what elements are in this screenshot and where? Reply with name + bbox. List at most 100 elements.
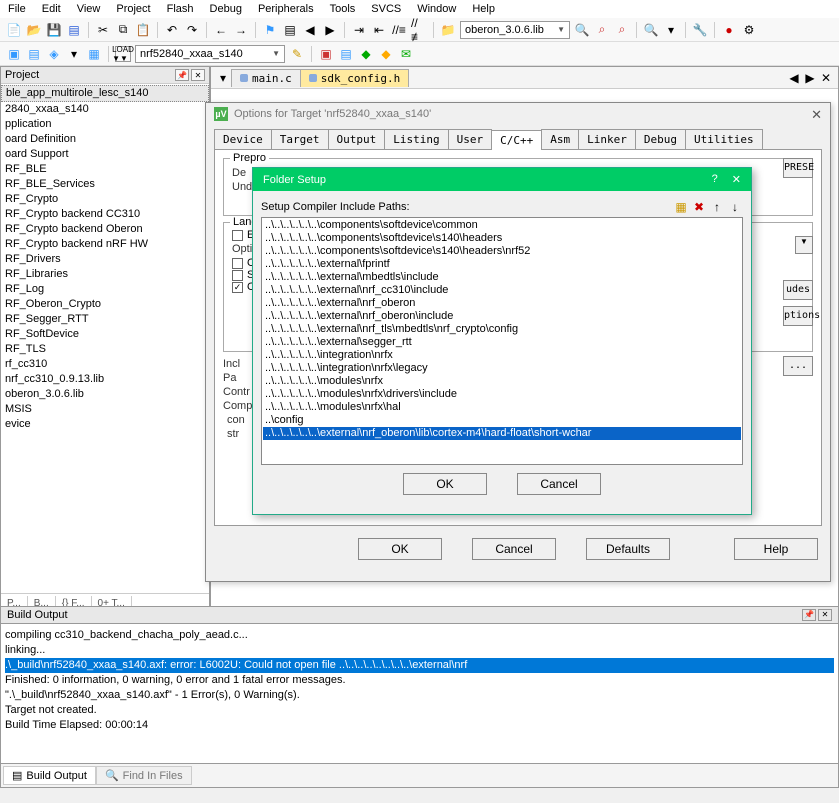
menu-debug[interactable]: Debug [210,3,242,15]
include-path-item[interactable]: ..\..\..\..\..\..\external\nrf_cc310\inc… [263,284,741,297]
cut-icon[interactable]: ✂ [95,22,111,38]
project-tree[interactable]: ble_app_multirole_lesc_s1402840_xxaa_s14… [1,84,209,593]
target-combo[interactable]: nrf52840_xxaa_s140▼ [135,45,285,63]
menu-file[interactable]: File [8,3,26,15]
find-icon[interactable]: 🔍 [574,22,590,38]
options-tab-output[interactable]: Output [328,129,386,149]
tool4-icon[interactable]: ◆ [378,46,394,62]
tree-item[interactable]: RF_Crypto backend Oberon [1,222,209,237]
editor-tab[interactable]: main.c [231,69,301,87]
menu-tools[interactable]: Tools [330,3,356,15]
comment-icon[interactable]: //≡ [391,22,407,38]
include-path-item[interactable]: ..\config [263,414,741,427]
menu-project[interactable]: Project [116,3,150,15]
build-pin-icon[interactable]: 📌 [802,609,816,621]
preset-button[interactable]: PRESE [783,158,813,178]
include-path-item[interactable]: ..\..\..\..\..\..\external\nrf_oberon\in… [263,310,741,323]
options-tab-device[interactable]: Device [214,129,272,149]
folder-ok-button[interactable]: OK [403,473,487,495]
options-tab-user[interactable]: User [448,129,493,149]
nav-fwd-icon[interactable]: → [233,22,249,38]
tree-item[interactable]: RF_Log [1,282,209,297]
include-paths-list[interactable]: ..\..\..\..\..\..\components\softdevice\… [261,217,743,465]
bm-next-icon[interactable]: ▶ [322,22,338,38]
include-path-item[interactable]: ..\..\..\..\..\..\components\softdevice\… [263,219,741,232]
browse-button[interactable]: ... [783,356,813,376]
copy-icon[interactable]: ⧉ [115,22,131,38]
target-lib-combo[interactable]: oberon_3.0.6.lib▼ [460,21,570,39]
include-path-item[interactable]: ..\..\..\..\..\..\integration\nrfx [263,349,741,362]
menu-peripherals[interactable]: Peripherals [258,3,314,15]
tab-prev-icon[interactable]: ◀ [786,70,802,86]
tree-item[interactable]: evice [1,417,209,432]
menu-view[interactable]: View [77,3,101,15]
rebuild-icon[interactable]: ▾ [66,46,82,62]
build-tab[interactable]: 🔍Find In Files [96,766,192,785]
load-icon[interactable]: LOAD▼▼ [115,46,131,62]
tree-item[interactable]: RF_Libraries [1,267,209,282]
tool3-icon[interactable]: ◆ [358,46,374,62]
options-tab-linker[interactable]: Linker [578,129,636,149]
include-path-item[interactable]: ..\..\..\..\..\..\external\nrf_tls\mbedt… [263,323,741,336]
build2-icon[interactable]: ▤ [26,46,42,62]
save-icon[interactable]: 💾 [46,22,62,38]
include-path-item[interactable]: ..\..\..\..\..\..\components\softdevice\… [263,245,741,258]
include-path-item[interactable]: ..\..\..\..\..\..\integration\nrfx\legac… [263,362,741,375]
path-new-icon[interactable]: ▦ [673,199,689,215]
include-path-item[interactable]: ..\..\..\..\..\..\modules\nrfx\hal [263,401,741,414]
include-path-item[interactable]: ..\..\..\..\..\..\external\mbedtls\inclu… [263,271,741,284]
path-up-icon[interactable]: ↑ [709,199,725,215]
tree-item[interactable]: rf_cc310 [1,357,209,372]
tree-item[interactable]: oberon_3.0.6.lib [1,387,209,402]
tree-item[interactable]: pplication [1,117,209,132]
options-tab-cc[interactable]: C/C++ [491,130,542,150]
build-output-text[interactable]: compiling cc310_backend_chacha_poly_aead… [0,624,839,764]
options-help-button[interactable]: Help [734,538,818,560]
tree-item[interactable]: RF_BLE_Services [1,177,209,192]
tree-item[interactable]: RF_Crypto backend nRF HW [1,237,209,252]
tree-item[interactable]: ble_app_multirole_lesc_s140 [1,85,209,102]
include-path-item[interactable]: ..\..\..\..\..\..\external\segger_rtt [263,336,741,349]
help-arrow-icon[interactable]: ▼ [795,236,813,254]
folder-close-icon[interactable]: ✕ [732,173,741,186]
bookmark-icon[interactable]: ▤ [282,22,298,38]
options-tab-debug[interactable]: Debug [635,129,686,149]
options-ok-button[interactable]: OK [358,538,442,560]
include-path-item[interactable]: ..\..\..\..\..\..\modules\nrfx\drivers\i… [263,388,741,401]
options-tab-listing[interactable]: Listing [384,129,448,149]
tool1-icon[interactable]: ▣ [318,46,334,62]
build-icon[interactable]: ▣ [6,46,22,62]
build-close-icon[interactable]: ✕ [818,609,832,621]
options-tabstrip[interactable]: DeviceTargetOutputListingUserC/C++AsmLin… [214,129,822,150]
opt-icon[interactable]: ✎ [289,46,305,62]
include-path-item[interactable]: ..\..\..\..\..\..\modules\nrfx [263,375,741,388]
include-path-item[interactable]: ..\..\..\..\..\..\external\fprintf [263,258,741,271]
options-tab-target[interactable]: Target [271,129,329,149]
editor-tab[interactable]: sdk_config.h [300,69,409,87]
rec-icon[interactable]: ● [721,22,737,38]
tree-item[interactable]: RF_Crypto [1,192,209,207]
panel-pin-icon[interactable]: 📌 [175,69,189,81]
flag-icon[interactable]: ⚑ [262,22,278,38]
tree-item[interactable]: RF_SoftDevice [1,327,209,342]
menu-window[interactable]: Window [417,3,456,15]
bm-prev-icon[interactable]: ◀ [302,22,318,38]
menu-edit[interactable]: Edit [42,3,61,15]
tree-item[interactable]: RF_TLS [1,342,209,357]
tab-next-icon[interactable]: ▶ [802,70,818,86]
gear2-icon[interactable]: ⚙ [741,22,757,38]
folder-help-icon[interactable]: ? [712,173,718,186]
options-defaults-button[interactable]: Defaults [586,538,670,560]
tree-item[interactable]: RF_Segger_RTT [1,312,209,327]
editor-tabs[interactable]: ▾ main.csdk_config.h ◀ ▶ ✕ [211,67,838,89]
cfg-icon[interactable]: ▾ [663,22,679,38]
options-close-icon[interactable]: ✕ [811,107,822,123]
folder-cancel-button[interactable]: Cancel [517,473,601,495]
tree-item[interactable]: MSIS [1,402,209,417]
build-tab[interactable]: ▤Build Output [3,766,96,785]
folder-icon[interactable]: 📁 [440,22,456,38]
tree-item[interactable]: oard Definition [1,132,209,147]
debug-icon[interactable]: 🔍 [643,22,659,38]
binoc-icon[interactable]: ⌕ [594,22,610,38]
panel-close-icon[interactable]: ✕ [191,69,205,81]
